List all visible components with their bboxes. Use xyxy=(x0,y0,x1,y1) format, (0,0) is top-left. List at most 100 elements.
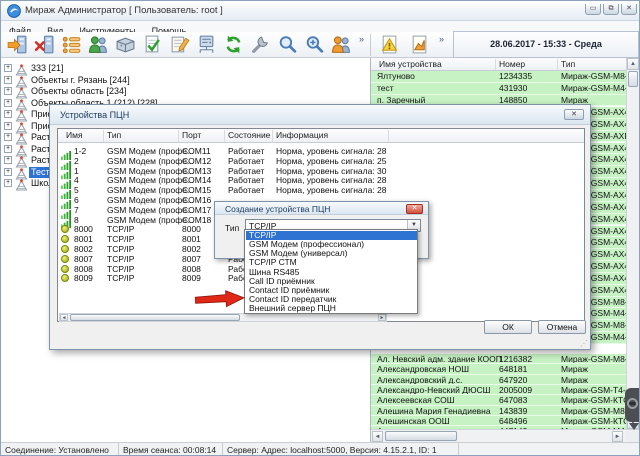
toolbar-overflow-chevron-2[interactable]: » xyxy=(439,34,444,44)
cancel-button[interactable]: Отмена xyxy=(538,320,586,334)
device-box-button[interactable] xyxy=(113,33,139,57)
column-header[interactable]: Состояние xyxy=(228,130,270,140)
tree-expander-icon[interactable]: + xyxy=(4,76,12,84)
scroll-thumb[interactable] xyxy=(628,71,638,87)
wrench-button[interactable] xyxy=(248,33,274,57)
restore-button[interactable]: ⧉ xyxy=(603,4,619,15)
cell-port: 8007 xyxy=(182,254,201,264)
header-separator xyxy=(388,130,389,142)
app-window: Мираж Администратор [ Пользователь: root… xyxy=(0,0,640,456)
tree-expander-icon[interactable]: + xyxy=(4,87,12,95)
server-disconnect-button[interactable] xyxy=(32,33,58,57)
devices-dialog-titlebar[interactable]: Устройства ПЦН ✕ xyxy=(50,105,590,125)
create-dialog-close-button[interactable]: ✕ xyxy=(406,204,423,214)
vertical-scrollbar[interactable]: ▲ ▼ xyxy=(626,58,639,429)
cell-name: 8000 xyxy=(74,224,93,234)
cell-device-type: Мираж xyxy=(561,375,588,385)
resize-grip[interactable]: ⋰ xyxy=(580,340,588,348)
table-row[interactable]: Алешинская ООШ648496Мираж-GSM-КТС-03 xyxy=(371,416,626,426)
dropdown-option[interactable]: Внешний сервер ПЦН xyxy=(246,304,417,313)
column-header[interactable]: Тип xyxy=(107,130,121,140)
tree-item[interactable]: +333 [21] xyxy=(1,63,371,74)
header-separator xyxy=(272,130,273,142)
pcn-device-row[interactable]: 1GSM Модем (профе...COM13РаботаетНорма, … xyxy=(58,166,584,176)
pcn-device-row[interactable]: 1-2GSM Модем (профе...COM11РаботаетНорма… xyxy=(58,146,584,156)
pcn-table-hscrollbar[interactable]: ◄ ► xyxy=(59,313,387,322)
tree-expander-icon[interactable]: + xyxy=(4,168,12,176)
cell-device-name: Алешина Мария Генадиевна xyxy=(377,406,491,416)
devices-dialog-close-button[interactable]: ✕ xyxy=(564,109,584,120)
server-connect-button[interactable] xyxy=(5,33,31,57)
create-dialog-titlebar[interactable]: Создание устройства ПЦН ✕ xyxy=(215,202,428,215)
table-row[interactable]: тест431930Мираж-GSM-M4-03 xyxy=(371,83,626,95)
task-list-button[interactable] xyxy=(59,33,85,57)
minimize-button[interactable]: ▭ xyxy=(585,4,601,15)
scroll-up-button[interactable]: ▲ xyxy=(627,58,639,70)
tree-item[interactable]: +Объекты область [234] xyxy=(1,86,371,97)
status-empty xyxy=(459,443,640,456)
tree-expander-icon[interactable]: + xyxy=(4,133,12,141)
tree-expander-icon[interactable]: + xyxy=(4,145,12,153)
cell-port: COM12 xyxy=(182,156,211,166)
signal-strength-icon xyxy=(61,167,72,175)
table-row[interactable]: Александро-Невский ДЮСШ2005009Мираж-GSM-… xyxy=(371,385,626,395)
scroll-thumb[interactable] xyxy=(70,314,240,321)
cell-type: GSM Модем (профе... xyxy=(107,156,194,166)
tree-expander-icon[interactable]: + xyxy=(4,110,12,118)
search-button[interactable] xyxy=(275,33,301,57)
scroll-thumb[interactable] xyxy=(385,431,457,441)
column-header[interactable]: Имя xyxy=(66,130,83,140)
create-dialog-title: Создание устройства ПЦН xyxy=(225,204,330,214)
cell-name: 2 xyxy=(74,156,79,166)
scroll-left-button[interactable]: ◄ xyxy=(372,431,383,442)
cell-name: 1 xyxy=(74,166,79,176)
tree-item[interactable]: +Объекты г. Рязань [244] xyxy=(1,75,371,86)
table-row[interactable]: Алешина Мария Генадиевна143839Мираж-GSM-… xyxy=(371,406,626,416)
tree-expander-icon[interactable]: + xyxy=(4,179,12,187)
tree-expander-icon[interactable]: + xyxy=(4,122,12,130)
report-alert-button[interactable] xyxy=(377,33,403,57)
refresh-button[interactable] xyxy=(221,33,247,57)
column-header[interactable]: Порт xyxy=(182,130,201,140)
cell-device-type: Мираж xyxy=(561,364,588,374)
toolbar-overflow-chevron[interactable]: » xyxy=(359,34,364,44)
network-server-button[interactable] xyxy=(194,33,220,57)
tree-expander-icon[interactable]: + xyxy=(4,64,12,72)
users-group-button[interactable] xyxy=(86,33,112,57)
cell-name: 1-2 xyxy=(74,146,86,156)
column-header[interactable]: Тип xyxy=(561,58,575,70)
device-table-header: Имя устройства Номер Тип xyxy=(371,58,640,71)
doc-check-button[interactable] xyxy=(140,33,166,57)
table-row[interactable]: Александровский д.с.647920Мираж xyxy=(371,375,626,385)
close-button[interactable]: ✕ xyxy=(621,4,637,15)
table-row[interactable]: Ал. Невский адм. здание КООП1216382Мираж… xyxy=(371,354,626,364)
column-header[interactable]: Имя устройства xyxy=(379,58,442,70)
search-zoom-button[interactable] xyxy=(302,33,328,57)
pcn-device-row[interactable]: 4GSM Модем (профе...COM14РаботаетНорма, … xyxy=(58,175,584,185)
scroll-right-button[interactable]: ► xyxy=(378,314,386,321)
ok-button[interactable]: ОК xyxy=(484,320,532,334)
operators-button[interactable] xyxy=(329,33,355,57)
horizontal-scrollbar[interactable]: ◄ ► xyxy=(371,429,640,442)
tree-item-label: 333 [21] xyxy=(29,63,66,74)
tree-expander-icon[interactable]: + xyxy=(4,156,12,164)
table-row[interactable]: Ялтуново1234335Мираж-GSM-M8-03 xyxy=(371,71,626,83)
cell-type: GSM Модем (профе... xyxy=(107,166,194,176)
cell-device-name: Александровская НОШ xyxy=(377,364,469,374)
screen-overlay-widget[interactable] xyxy=(625,388,640,422)
scroll-right-button[interactable]: ► xyxy=(612,431,623,442)
cell-port: COM13 xyxy=(182,166,211,176)
column-header[interactable]: Номер xyxy=(499,58,525,70)
scroll-left-button[interactable]: ◄ xyxy=(60,314,68,321)
table-row[interactable]: Алексеевская СОШ647083Мираж-GSM-КТС-03 xyxy=(371,395,626,405)
table-row[interactable]: Александровская НОШ648181Мираж xyxy=(371,364,626,374)
pcn-device-row[interactable]: 5GSM Модем (профе...COM15РаботаетНорма, … xyxy=(58,185,584,195)
tree-expander-icon[interactable]: + xyxy=(4,99,12,107)
pcn-device-row[interactable]: 2GSM Модем (профе...COM12РаботаетНорма, … xyxy=(58,156,584,166)
cell-name: 5 xyxy=(74,185,79,195)
doc-edit-button[interactable] xyxy=(167,33,193,57)
cell-device-type: Мираж-GSM-M8-03 xyxy=(561,406,626,416)
cell-name: 7 xyxy=(74,205,79,215)
column-header[interactable]: Информация xyxy=(276,130,328,140)
report-chart-button[interactable] xyxy=(407,33,433,57)
